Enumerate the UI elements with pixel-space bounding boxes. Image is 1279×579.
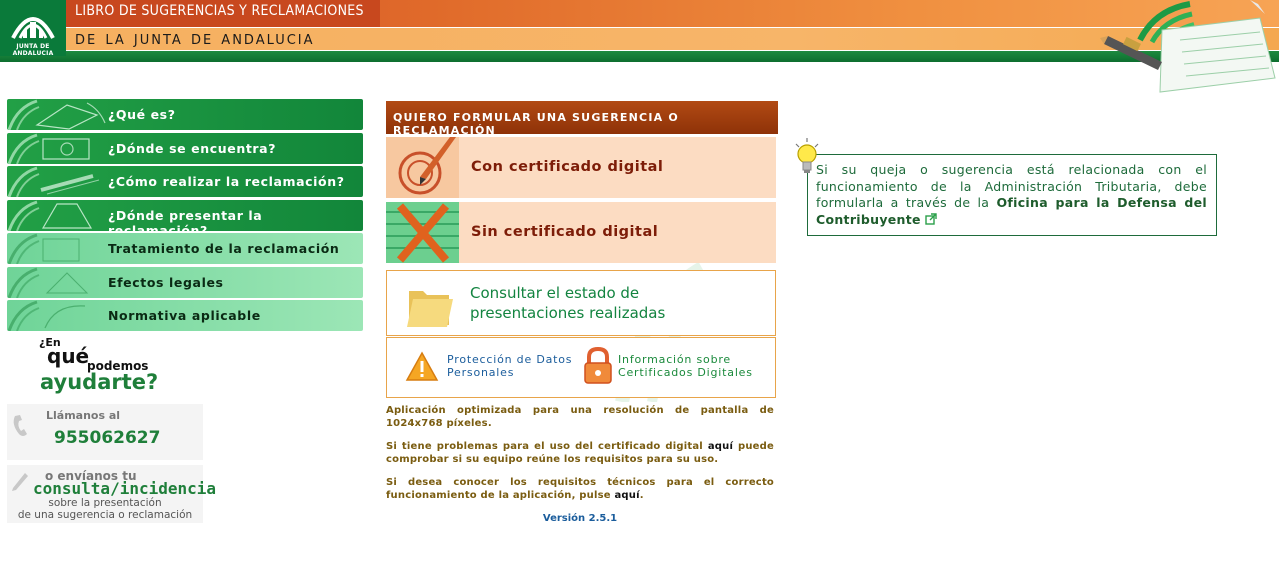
menu-item-donde-presentar[interactable]: ¿Dónde presentar la reclamación?	[7, 199, 363, 231]
pencil-icon	[12, 473, 28, 491]
menu-item-label: Normativa aplicable	[108, 308, 261, 323]
consultar-label-1: Consultar el estado de	[470, 284, 640, 302]
menu-illustration-icon	[7, 267, 89, 298]
consulta-incidencia-link[interactable]: consulta/incidencia	[33, 479, 216, 498]
menu-illustration-icon	[7, 233, 80, 264]
certificate-pen-icon	[386, 137, 459, 198]
left-menu: ¿Qué es? ¿Dónde se encuentra? ¿Cómo real…	[7, 99, 363, 334]
proteccion-datos-line: Personales	[447, 366, 515, 379]
cert-check-link[interactable]: aquí	[708, 441, 733, 452]
consultar-label-2: presentaciones realizadas	[470, 304, 666, 322]
con-certificado-label: Con certificado digital	[471, 159, 664, 175]
menu-item-efectos-legales[interactable]: Efectos legales	[7, 266, 363, 298]
phone-number: 955062627	[54, 428, 161, 448]
menu-item-label: ¿Qué es?	[108, 107, 176, 122]
proteccion-datos-link[interactable]: Protección de Datos Personales	[447, 353, 572, 379]
formular-header-text: QUIERO FORMULAR UNA SUGERENCIA O RECLAMA…	[393, 111, 679, 137]
call-label: Llámanos al	[46, 409, 121, 422]
menu-illustration-icon	[7, 133, 90, 164]
requirements-link[interactable]: aquí	[614, 490, 639, 501]
menu-illustration-icon	[7, 166, 100, 197]
menu-item-label: ¿Cómo realizar la reclamación?	[108, 174, 345, 189]
warning-icon	[405, 351, 439, 381]
certificados-line: Información sobre	[618, 353, 731, 366]
info-text: Si desea conocer los requisitos técnicos…	[386, 477, 774, 501]
menu-item-como-realizar[interactable]: ¿Cómo realizar la reclamación?	[7, 166, 363, 197]
consultar-estado-button[interactable]: Consultar el estado de presentaciones re…	[386, 270, 776, 336]
menu-item-label: ¿Dónde presentar la reclamación?	[108, 207, 263, 231]
menu-item-label: Efectos legales	[108, 274, 224, 290]
info-text-block: Aplicación optimizada para una resolució…	[386, 405, 774, 513]
page-subtitle: DE LA JUNTA DE ANDALUCIA	[75, 33, 315, 48]
page-header: LIBRO DE SUGERENCIAS Y RECLAMACIONES DE …	[0, 0, 1279, 93]
help-title-part: ayudarte?	[40, 370, 159, 394]
menu-illustration-icon	[7, 200, 93, 231]
menu-item-tratamiento[interactable]: Tratamiento de la reclamación	[7, 233, 363, 264]
info-cert-paragraph: Si tiene problemas para el uso del certi…	[386, 441, 774, 466]
menu-illustration-icon	[7, 99, 106, 130]
sin-certificado-label: Sin certificado digital	[471, 224, 659, 240]
menu-item-label: Tratamiento de la reclamación	[108, 241, 340, 256]
lock-icon	[584, 347, 612, 384]
mail-description: de una sugerencia o reclamación	[17, 509, 193, 521]
menu-item-normativa[interactable]: Normativa aplicable	[7, 300, 363, 331]
folder-icon	[407, 291, 453, 327]
junta-arch-icon	[11, 17, 55, 39]
menu-item-label: ¿Dónde se encuentra?	[108, 140, 277, 156]
info-text: .	[639, 489, 644, 501]
logo-text: JUNTA DE ANDALUCIA	[12, 43, 54, 57]
phone-icon	[13, 415, 27, 436]
external-link-icon	[925, 212, 938, 225]
certificados-line: Certificados Digitales	[618, 366, 753, 379]
menu-illustration-icon	[7, 300, 86, 331]
header-green-stripe	[0, 51, 1279, 62]
help-box: ¿En qué podemos ayudarte? Llámanos al 95…	[7, 332, 216, 524]
tributaria-note: Si su queja o sugerencia está relacionad…	[807, 154, 1217, 236]
certificados-digitales-link[interactable]: Información sobre Certificados Digitales	[618, 353, 753, 379]
no-certificate-icon	[386, 202, 459, 263]
proteccion-datos-line: Protección de Datos	[447, 353, 573, 366]
info-resolution: Aplicación optimizada para una resolució…	[386, 405, 774, 429]
mail-description: sobre la presentación	[48, 497, 162, 509]
menu-item-donde-se-encuentra[interactable]: ¿Dónde se encuentra?	[7, 132, 363, 164]
sin-certificado-button[interactable]: Sin certificado digital	[386, 202, 776, 263]
form-pen-illustration-icon	[1100, 0, 1276, 93]
note-text: Si su queja o sugerencia está relacionad…	[816, 162, 1207, 228]
help-title-part: qué	[47, 344, 90, 368]
menu-item-que-es[interactable]: ¿Qué es?	[7, 99, 363, 130]
con-certificado-button[interactable]: Con certificado digital	[386, 137, 776, 198]
info-text: Si tiene problemas para el uso del certi…	[386, 441, 708, 452]
info-req-paragraph: Si desea conocer los requisitos técnicos…	[386, 477, 774, 502]
junta-logo[interactable]: JUNTA DE ANDALUCIA	[0, 0, 66, 57]
formular-header: QUIERO FORMULAR UNA SUGERENCIA O RECLAMA…	[386, 101, 778, 137]
version-label: Versión 2.5.1	[542, 513, 618, 524]
page-title: LIBRO DE SUGERENCIAS Y RECLAMACIONES	[75, 3, 364, 19]
lightbulb-icon	[795, 138, 819, 173]
info-links-box: Protección de Datos Personales Informaci…	[386, 337, 776, 398]
